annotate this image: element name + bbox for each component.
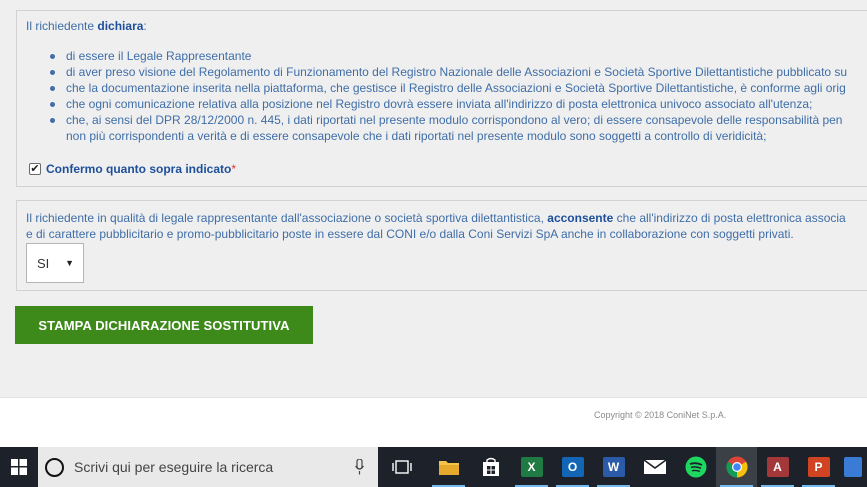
lead-keyword: dichiara	[97, 19, 144, 33]
taskbar-file-explorer[interactable]	[428, 447, 469, 487]
taskbar-mail[interactable]	[634, 447, 675, 487]
confirm-row: ✔ Confermo quanto sopra indicato*	[29, 162, 236, 176]
excel-icon: X	[520, 457, 543, 477]
lead-suffix: :	[143, 19, 147, 33]
mail-icon	[643, 459, 666, 474]
chrome-icon	[725, 456, 748, 478]
declaration-list: di essere il Legale Rappresentante di av…	[49, 48, 847, 144]
declaration-panel: Il richiedente dichiara: di essere il Le…	[16, 10, 867, 187]
taskbar-chrome[interactable]	[716, 447, 757, 487]
consent-select[interactable]: SI ▼	[26, 243, 84, 283]
taskbar-store[interactable]	[470, 447, 511, 487]
consent-select-value: SI	[37, 255, 50, 271]
spotify-icon	[685, 456, 706, 478]
consent-line-1: Il richiedente in qualità di legale rapp…	[26, 210, 846, 226]
taskbar: Scrivi qui per eseguire la ricerca X O W	[0, 447, 867, 487]
taskbar-powerpoint[interactable]: P	[798, 447, 839, 487]
list-item: di essere il Legale Rappresentante	[49, 48, 847, 64]
consent-suffix: che all'indirizzo di posta elettronica a…	[616, 211, 846, 225]
taskbar-excel[interactable]: X	[511, 447, 552, 487]
access-icon: A	[766, 457, 789, 477]
powerpoint-icon: P	[807, 457, 830, 477]
declaration-lead: Il richiedente dichiara:	[26, 19, 147, 33]
list-item: che, ai sensi del DPR 28/12/2000 n. 445,…	[49, 112, 847, 128]
app-icon	[844, 457, 862, 477]
confirm-label[interactable]: Confermo quanto sopra indicato*	[46, 162, 236, 176]
lead-prefix: Il richiedente	[26, 19, 95, 33]
list-item: che ogni comunicazione relativa alla pos…	[49, 96, 847, 112]
main-content: Il richiedente dichiara: di essere il Le…	[0, 0, 867, 397]
task-view-icon	[391, 460, 412, 474]
taskbar-app[interactable]	[839, 447, 867, 487]
word-icon: W	[602, 457, 625, 477]
list-item-continuation: non più corrispondenti a verità e di ess…	[66, 129, 767, 143]
confirm-label-text: Confermo quanto sopra indicato	[46, 162, 232, 176]
consent-panel: Il richiedente in qualità di legale rapp…	[16, 200, 867, 291]
consent-keyword: acconsente	[547, 211, 614, 225]
consent-line-2: e di carattere pubblicitario e promo-pub…	[26, 227, 794, 241]
consent-prefix: Il richiedente in qualità di legale rapp…	[26, 211, 544, 225]
list-item: che la documentazione inserita nella pia…	[49, 80, 847, 96]
print-declaration-button[interactable]: STAMPA DICHIARAZIONE SOSTITUTIVA	[15, 306, 313, 344]
consent-text: Il richiedente in qualità di legale rapp…	[26, 210, 846, 242]
required-mark: *	[231, 162, 237, 176]
taskbar-access[interactable]: A	[757, 447, 798, 487]
taskbar-spotify[interactable]	[675, 447, 716, 487]
confirm-checkbox[interactable]: ✔	[29, 163, 41, 175]
chevron-down-icon: ▼	[65, 258, 74, 268]
store-icon	[482, 457, 499, 476]
taskbar-outlook[interactable]: O	[552, 447, 593, 487]
start-button[interactable]	[0, 447, 38, 487]
footer: Copyright © 2018 ConiNet S.p.A.	[0, 397, 867, 447]
windows-icon	[11, 459, 27, 475]
search-placeholder: Scrivi qui per eseguire la ricerca	[74, 459, 274, 475]
cortana-icon	[45, 457, 64, 477]
task-view-button[interactable]	[381, 447, 422, 487]
list-item: di aver preso visione del Regolamento di…	[49, 64, 847, 80]
file-explorer-icon	[438, 461, 459, 475]
copyright-text: Copyright © 2018 ConiNet S.p.A.	[594, 410, 727, 420]
microphone-icon[interactable]	[355, 459, 364, 475]
taskbar-search[interactable]: Scrivi qui per eseguire la ricerca	[38, 447, 378, 487]
outlook-icon: O	[561, 457, 584, 477]
taskbar-word[interactable]: W	[593, 447, 634, 487]
